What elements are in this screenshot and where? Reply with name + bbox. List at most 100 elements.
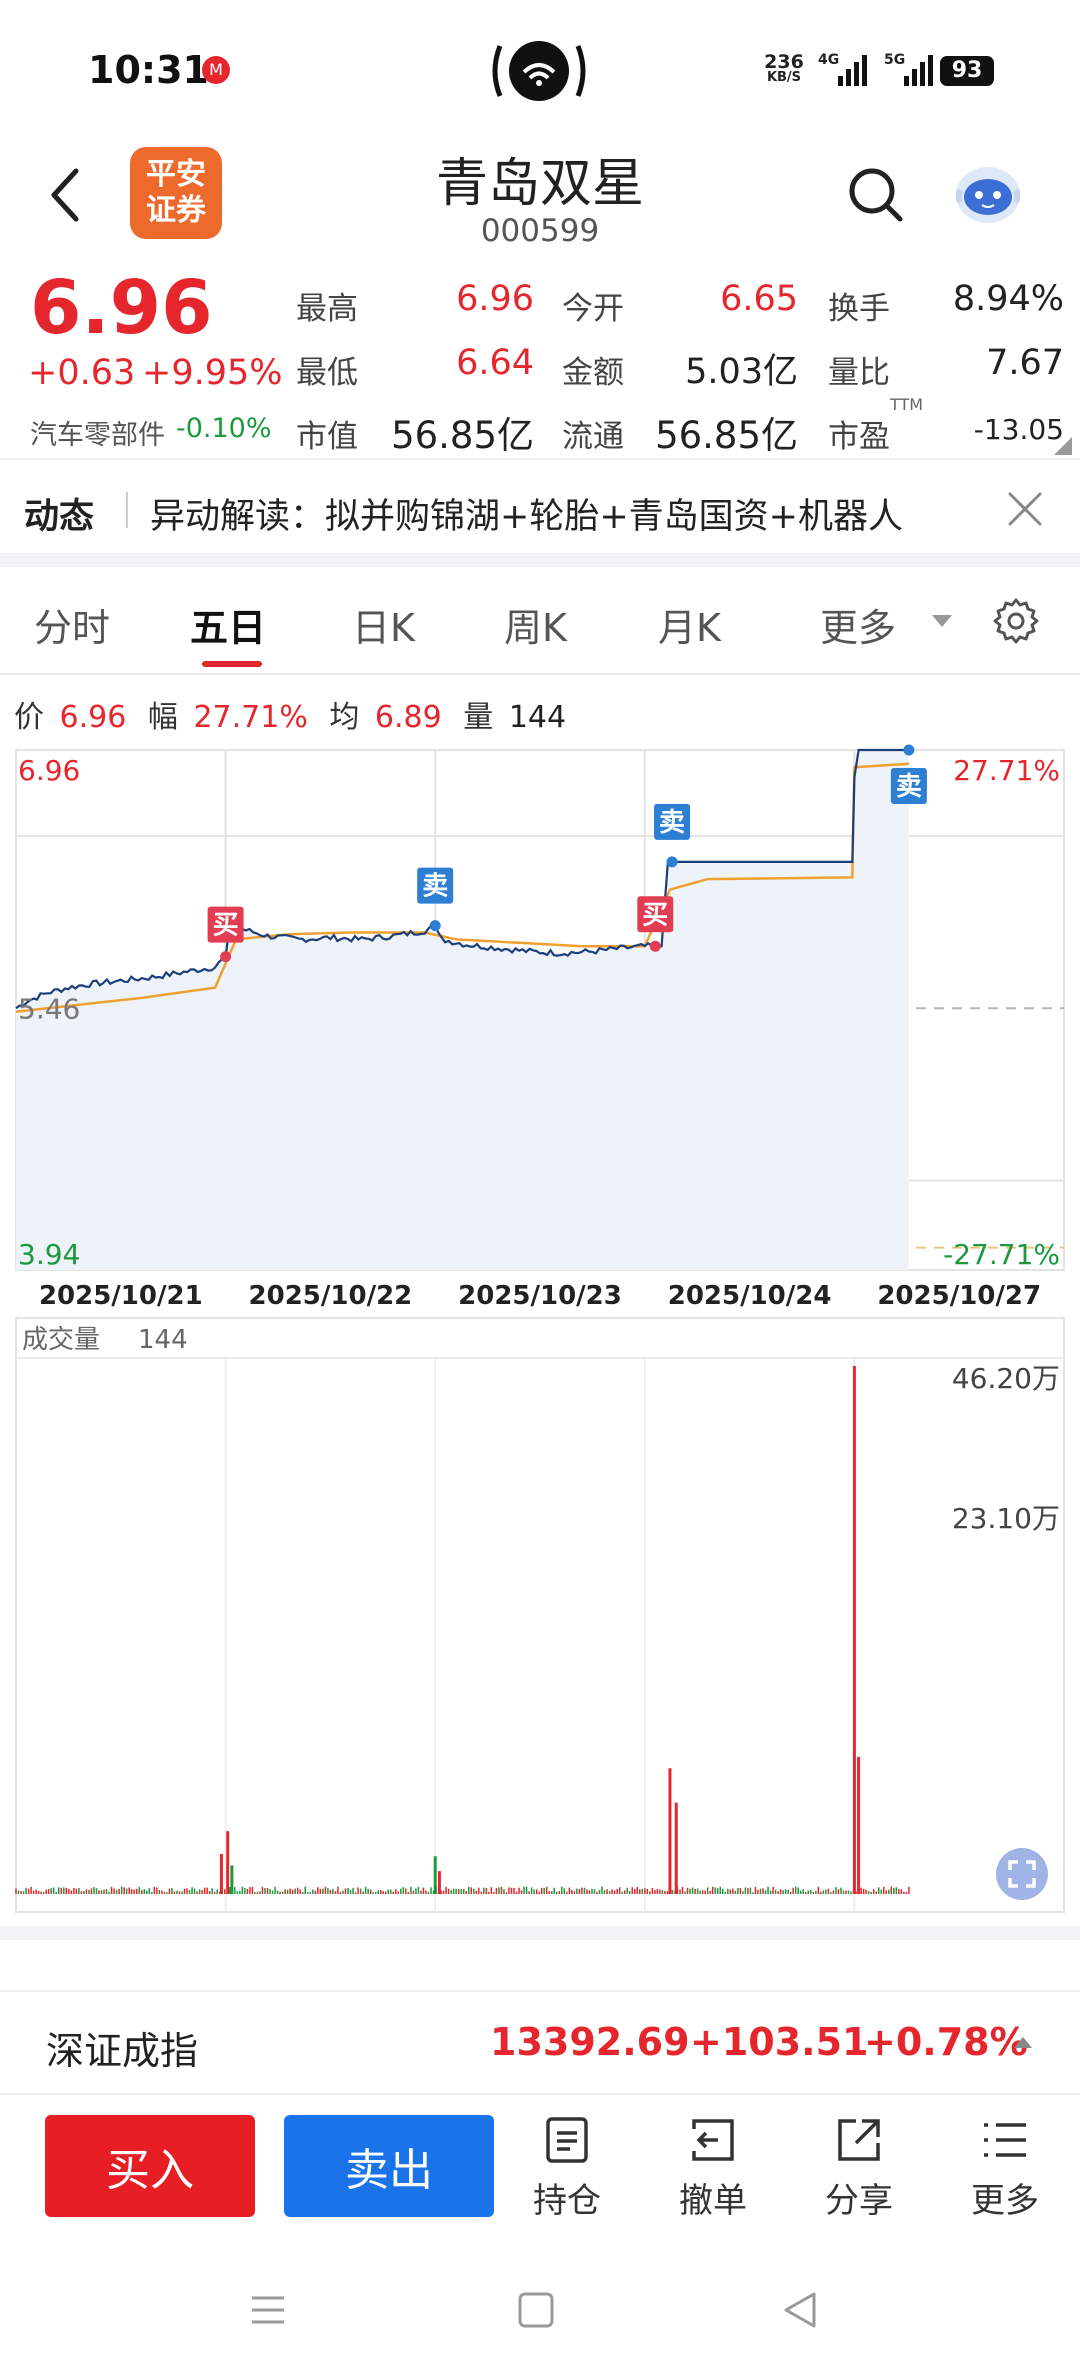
y-axis-top-label: 6.96 bbox=[18, 754, 80, 787]
info-amp: 27.71% bbox=[193, 700, 308, 735]
broker-logo: 平安 证券 bbox=[130, 147, 222, 239]
volume-top-label: 46.20万 bbox=[952, 1362, 1060, 1395]
home-nav-icon[interactable] bbox=[516, 2290, 556, 2330]
x-axis-date-label: 2025/10/22 bbox=[249, 1281, 413, 1311]
fullscreen-icon[interactable] bbox=[996, 1848, 1048, 1900]
quote-value-low: 6.64 bbox=[456, 343, 534, 383]
settings-gear-icon[interactable] bbox=[992, 597, 1040, 645]
y-axis-mid-label: 5.46 bbox=[18, 992, 80, 1025]
signal-5g-icon: 5G bbox=[882, 52, 938, 88]
robot-assistant-icon[interactable] bbox=[950, 155, 1026, 231]
info-amp-label: 幅 bbox=[147, 700, 178, 735]
buy-button[interactable]: 买入 bbox=[45, 2115, 255, 2217]
tab-monthly-k[interactable]: 月K bbox=[658, 597, 721, 652]
tab-five-day[interactable]: 五日 bbox=[190, 597, 266, 652]
signal-dot bbox=[649, 940, 661, 952]
info-price-label: 价 bbox=[14, 700, 44, 735]
app-notification-icon: M bbox=[202, 56, 230, 84]
back-nav-icon[interactable] bbox=[780, 2290, 820, 2330]
stock-header: 平安 证券 青岛双星 000599 bbox=[0, 135, 1080, 265]
x-axis-date-label: 2025/10/21 bbox=[39, 1281, 203, 1311]
signal-dot bbox=[429, 920, 441, 932]
quote-panel: 6.96 +0.63 +9.95% 汽车零部件 -0.10% 最高 6.96 今… bbox=[0, 265, 1080, 460]
tab-daily-k[interactable]: 日K bbox=[352, 597, 415, 652]
index-name: 深证成指 bbox=[46, 2029, 199, 2073]
signal-dot bbox=[666, 856, 678, 868]
index-ticker-bar[interactable]: 深证成指 13392.69 +103.51 +0.78% bbox=[0, 1990, 1080, 2095]
broker-logo-line2: 证券 bbox=[146, 193, 206, 228]
share-button[interactable]: 分享 bbox=[804, 2115, 914, 2222]
hotspot-icon bbox=[488, 38, 590, 104]
broker-logo-line1: 平安 bbox=[146, 157, 206, 192]
quote-label-float: 流通 bbox=[562, 419, 624, 455]
tab-more[interactable]: 更多 bbox=[820, 597, 896, 652]
news-tag: 动态 bbox=[24, 497, 95, 537]
cancel-order-button[interactable]: 撤单 bbox=[658, 2115, 768, 2222]
holdings-icon bbox=[546, 2117, 588, 2163]
chart-period-tabs: 分时 五日 日K 周K 月K 更多 bbox=[0, 575, 1080, 675]
signal-label: 买 bbox=[213, 911, 239, 941]
news-divider bbox=[126, 492, 128, 528]
search-icon[interactable] bbox=[846, 165, 906, 225]
volume-value: 144 bbox=[138, 1325, 188, 1355]
pct-axis-bottom-label: -27.71% bbox=[943, 1238, 1060, 1271]
info-vol: 144 bbox=[508, 700, 567, 735]
quote-label-low: 最低 bbox=[296, 355, 358, 391]
info-price: 6.96 bbox=[59, 700, 127, 735]
network-speed: 236 KB/S bbox=[764, 51, 804, 86]
index-value: 13392.69 bbox=[490, 2020, 690, 2064]
tab-weekly-k[interactable]: 周K bbox=[504, 597, 567, 652]
news-ticker[interactable]: 动态 异动解读：拟并购锦湖+轮胎+青岛国资+机器人 bbox=[0, 462, 1080, 567]
network-speed-unit: KB/S bbox=[766, 70, 802, 85]
sell-button[interactable]: 卖出 bbox=[284, 2115, 494, 2217]
price-change-pct: +9.95% bbox=[142, 353, 283, 393]
chart-canvas[interactable]: 买卖买卖卖 6.965.463.9427.71%-27.71%2025/10/2… bbox=[0, 740, 1080, 1920]
signal-dot bbox=[220, 951, 232, 963]
tab-intraday[interactable]: 分时 bbox=[34, 597, 110, 652]
more-label: 更多 bbox=[971, 2181, 1039, 2221]
status-bar: 10:31 M 236 KB/S 4G 5G 93 bbox=[0, 0, 1080, 135]
news-text[interactable]: 异动解读：拟并购锦湖+轮胎+青岛国资+机器人 bbox=[150, 488, 903, 539]
expand-corner-icon[interactable] bbox=[1054, 437, 1072, 455]
signal-label: 卖 bbox=[896, 772, 922, 802]
network-speed-value: 236 bbox=[764, 51, 804, 73]
crosshair-info: 价 6.96 幅 27.71% 均 6.89 量 144 bbox=[14, 692, 566, 736]
more-button[interactable]: 更多 bbox=[950, 2115, 1060, 2222]
y-axis-bottom-label: 3.94 bbox=[18, 1238, 80, 1271]
holdings-button[interactable]: 持仓 bbox=[512, 2115, 622, 2222]
x-axis-date-label: 2025/10/24 bbox=[668, 1281, 832, 1311]
x-axis-date-label: 2025/10/23 bbox=[458, 1281, 622, 1311]
signal-dot bbox=[903, 744, 915, 756]
stock-code: 000599 bbox=[480, 213, 600, 249]
volume-mid-label: 23.10万 bbox=[952, 1502, 1060, 1535]
pct-axis-top-label: 27.71% bbox=[953, 754, 1060, 787]
five-day-chart[interactable]: 买卖买卖卖 6.96 5.46 3.94 27.71% -27.71% 2025/10/2… bbox=[0, 740, 1080, 1920]
battery-level: 93 bbox=[951, 58, 983, 83]
signal-label: 卖 bbox=[422, 872, 448, 902]
quote-label-amount: 金额 bbox=[562, 355, 624, 391]
more-list-icon bbox=[984, 2123, 1026, 2157]
stock-title: 青岛双星 bbox=[435, 154, 644, 214]
quote-label-market-cap: 市值 bbox=[296, 419, 358, 455]
menu-nav-icon[interactable] bbox=[248, 2290, 288, 2330]
close-icon[interactable] bbox=[1006, 490, 1044, 528]
share-label: 分享 bbox=[825, 2181, 893, 2221]
quote-value-pe: -13.05 bbox=[973, 413, 1064, 446]
quote-label-pe: 市盈 bbox=[828, 419, 890, 455]
holdings-label: 持仓 bbox=[533, 2181, 601, 2221]
chevron-down-icon[interactable] bbox=[930, 613, 954, 629]
quote-label-ttm: TTM bbox=[890, 395, 924, 414]
quote-value-high: 6.96 bbox=[456, 279, 534, 319]
signal-label: 卖 bbox=[659, 808, 685, 838]
trade-action-bar: 买入 卖出 持仓 撤单 分享 更多 bbox=[0, 2097, 1080, 2247]
quote-value-float: 56.85亿 bbox=[655, 414, 798, 457]
battery-icon: 93 bbox=[940, 56, 994, 86]
chevron-up-icon[interactable] bbox=[1012, 2034, 1034, 2050]
index-change: +103.51 bbox=[690, 2020, 869, 2064]
last-price: 6.96 bbox=[30, 265, 213, 351]
quote-value-amount: 5.03亿 bbox=[685, 352, 798, 392]
share-icon bbox=[838, 2119, 880, 2161]
sector-label[interactable]: 汽车零部件 bbox=[30, 413, 165, 452]
system-nav-bar bbox=[0, 2250, 1080, 2373]
back-icon[interactable] bbox=[42, 163, 92, 227]
